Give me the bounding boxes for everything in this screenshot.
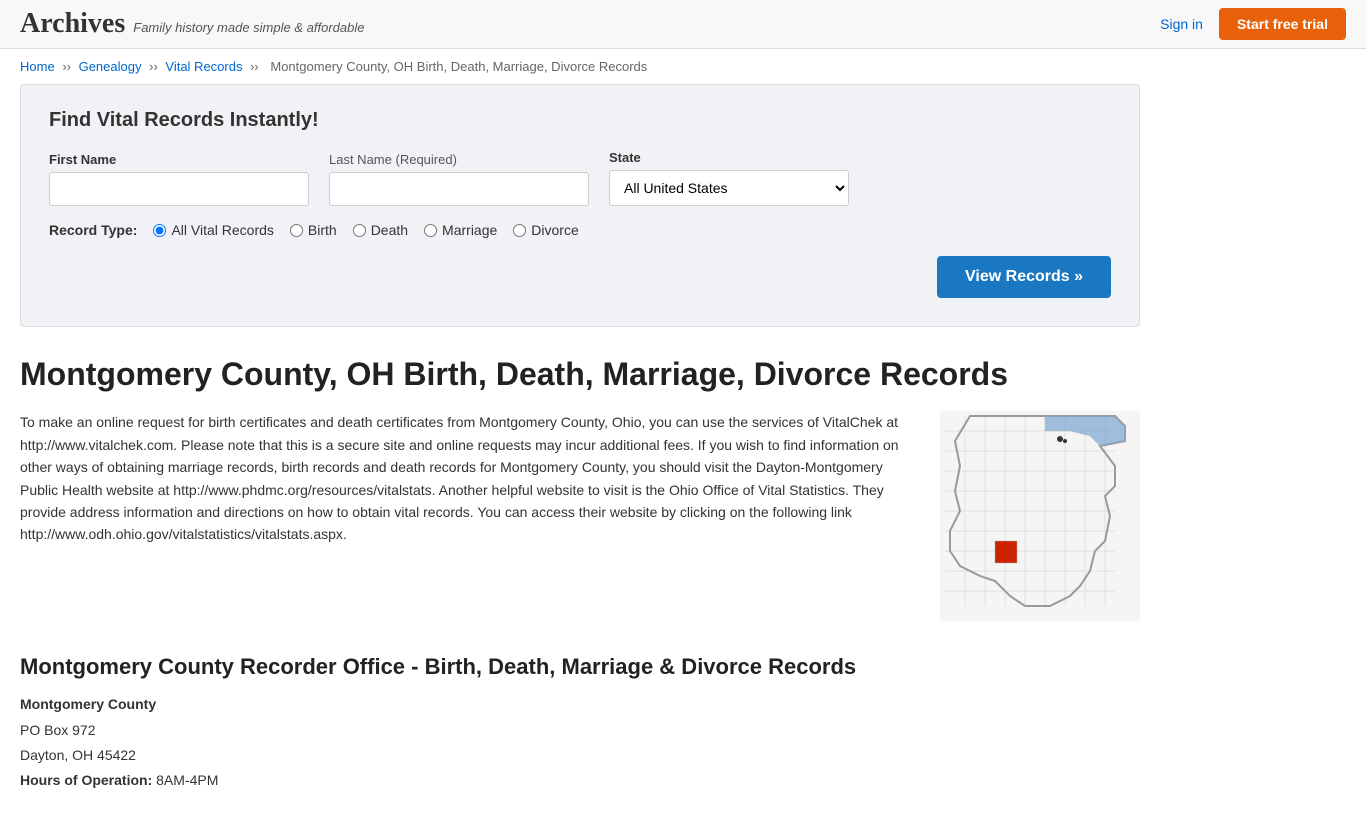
radio-divorce[interactable]: Divorce (513, 222, 578, 238)
logo: Archives (20, 8, 125, 40)
header: Archives Family history made simple & af… (0, 0, 1366, 49)
hours-label: Hours of Operation: (20, 772, 152, 788)
radio-death[interactable]: Death (353, 222, 408, 238)
address-block: Montgomery County PO Box 972 Dayton, OH … (20, 692, 1140, 793)
radio-all-vital-input[interactable] (153, 224, 166, 237)
radio-birth-label: Birth (308, 222, 337, 238)
first-name-group: First Name (49, 152, 309, 206)
search-box: Find Vital Records Instantly! First Name… (20, 84, 1140, 327)
content-area: To make an online request for birth cert… (20, 411, 1140, 624)
last-name-group: Last Name (Required) (329, 152, 589, 206)
page-title: Montgomery County, OH Birth, Death, Marr… (20, 355, 1140, 393)
content-text: To make an online request for birth cert… (20, 411, 910, 624)
radio-death-label: Death (371, 222, 408, 238)
breadcrumb-sep1: ›› (62, 59, 74, 74)
radio-all-vital-label: All Vital Records (171, 222, 273, 238)
body-paragraph: To make an online request for birth cert… (20, 411, 910, 545)
search-fields: First Name Last Name (Required) State Al… (49, 150, 1111, 206)
breadcrumb: Home ›› Genealogy ›› Vital Records ›› Mo… (0, 49, 1366, 84)
last-name-label: Last Name (Required) (329, 152, 589, 167)
hours-value: 8AM-4PM (156, 772, 218, 788)
radio-marriage-input[interactable] (424, 224, 437, 237)
radio-marriage-label: Marriage (442, 222, 497, 238)
start-trial-button[interactable]: Start free trial (1219, 8, 1346, 40)
radio-all-vital[interactable]: All Vital Records (153, 222, 273, 238)
first-name-input[interactable] (49, 172, 309, 206)
record-type-row: Record Type: All Vital Records Birth Dea… (49, 222, 1111, 238)
search-title: Find Vital Records Instantly! (49, 109, 1111, 132)
first-name-label: First Name (49, 152, 309, 167)
view-records-button[interactable]: View Records » (937, 256, 1111, 298)
breadcrumb-home[interactable]: Home (20, 59, 55, 74)
state-group: State All United States Alabama Alaska A… (609, 150, 849, 206)
recorder-heading: Montgomery County Recorder Office - Birt… (20, 654, 1140, 680)
header-left: Archives Family history made simple & af… (20, 8, 364, 40)
radio-birth[interactable]: Birth (290, 222, 337, 238)
view-records-row: View Records » (49, 256, 1111, 298)
required-note: (Required) (396, 152, 457, 167)
radio-divorce-input[interactable] (513, 224, 526, 237)
breadcrumb-current: Montgomery County, OH Birth, Death, Marr… (270, 59, 647, 74)
radio-birth-input[interactable] (290, 224, 303, 237)
ohio-map (940, 411, 1140, 621)
ohio-map-container (940, 411, 1140, 624)
radio-death-input[interactable] (353, 224, 366, 237)
last-name-input[interactable] (329, 172, 589, 206)
county-name: Montgomery County (20, 696, 156, 712)
header-right: Sign in Start free trial (1160, 8, 1346, 40)
record-type-label: Record Type: (49, 222, 137, 238)
breadcrumb-sep3: ›› (250, 59, 262, 74)
radio-divorce-label: Divorce (531, 222, 578, 238)
sign-in-link[interactable]: Sign in (1160, 16, 1203, 32)
main-content: Find Vital Records Instantly! First Name… (0, 84, 1160, 813)
breadcrumb-genealogy[interactable]: Genealogy (79, 59, 142, 74)
state-label: State (609, 150, 849, 165)
address-line1: PO Box 972 (20, 718, 1140, 743)
address-line2: Dayton, OH 45422 (20, 743, 1140, 768)
state-select[interactable]: All United States Alabama Alaska Arizona… (609, 170, 849, 206)
breadcrumb-sep2: ›› (149, 59, 161, 74)
breadcrumb-vital-records[interactable]: Vital Records (165, 59, 242, 74)
radio-marriage[interactable]: Marriage (424, 222, 497, 238)
logo-tagline: Family history made simple & affordable (133, 20, 364, 35)
